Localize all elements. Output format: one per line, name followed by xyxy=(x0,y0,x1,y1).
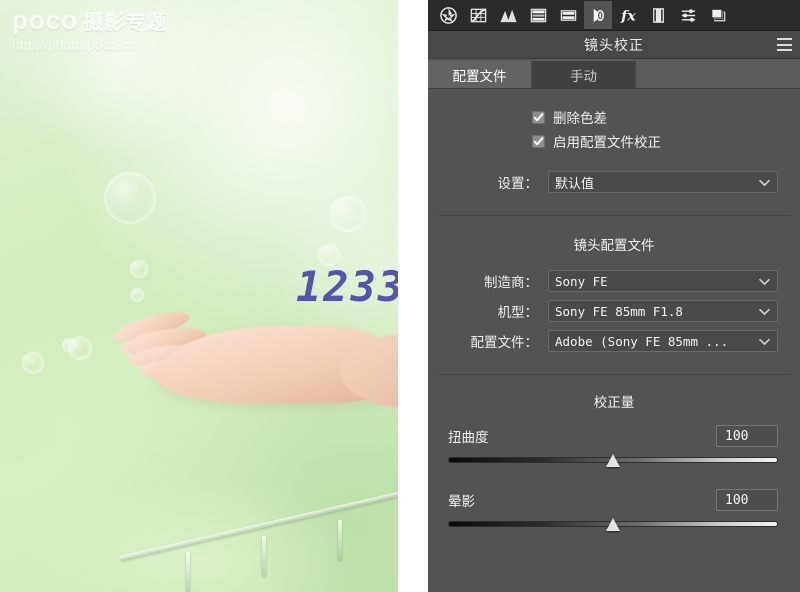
railing-post xyxy=(186,552,190,592)
vignetting-slider-handle[interactable] xyxy=(606,518,620,531)
make-value: Sony FE xyxy=(555,273,608,289)
setup-label: 设置： xyxy=(497,176,539,191)
setup-dropdown[interactable]: 默认值 xyxy=(548,171,778,193)
lens-profile-section-title: 镜头配置文件 xyxy=(573,238,655,253)
bubble xyxy=(22,352,44,374)
screenshot-root: poco摄影专题 http://photo.poco.cn/ 123353 xyxy=(0,0,800,592)
distortion-slider[interactable] xyxy=(448,453,778,469)
vignetting-value-input[interactable]: 100 xyxy=(716,489,778,511)
tab-manual-label: 手动 xyxy=(570,68,597,84)
vignetting-slider[interactable] xyxy=(448,517,778,533)
bubble xyxy=(62,338,76,352)
make-dropdown[interactable]: Sony FE xyxy=(548,270,778,292)
vignetting-slider-block: 晕影 100 xyxy=(428,487,800,533)
make-label: 制造商： xyxy=(484,275,538,290)
tab-manual[interactable]: 手动 xyxy=(532,61,636,88)
checkbox-row-remove-ca[interactable]: 删除色差 xyxy=(428,105,800,129)
photo-overlay-number: 123353 xyxy=(296,262,398,311)
chevron-down-icon xyxy=(759,175,770,190)
white-gutter xyxy=(398,0,428,592)
chevron-down-icon xyxy=(759,274,770,289)
profile-label: 配置文件： xyxy=(470,335,539,350)
profile-value: Adobe (Sony FE 85mm ... xyxy=(555,333,729,349)
presets-icon[interactable] xyxy=(674,1,702,29)
railing-post xyxy=(262,536,266,576)
bubble xyxy=(330,196,366,232)
railing-post xyxy=(338,520,342,560)
lens-correction-panel: fx 镜头校正 配置文件 手动 删除色差 启用配置文件校正 设置： 默认值 镜头… xyxy=(428,0,800,592)
distortion-label: 扭曲度 xyxy=(448,430,489,445)
chevron-down-icon xyxy=(759,304,770,319)
distortion-slider-handle[interactable] xyxy=(606,454,620,467)
tab-profile[interactable]: 配置文件 xyxy=(428,61,532,88)
camera-calibration-icon[interactable] xyxy=(644,1,672,29)
basic-adjustments-icon[interactable] xyxy=(434,1,462,29)
make-field-row: 制造商： Sony FE xyxy=(428,270,800,292)
effects-icon[interactable]: fx xyxy=(614,1,642,29)
lens-corrections-icon[interactable] xyxy=(584,1,612,29)
checkbox-checked-icon[interactable] xyxy=(532,110,545,124)
profile-field-row: 配置文件： Adobe (Sony FE 85mm ... xyxy=(428,330,800,352)
detail-icon[interactable] xyxy=(494,1,522,29)
distortion-value-input[interactable]: 100 xyxy=(716,425,778,447)
hamburger-menu-icon[interactable] xyxy=(777,38,792,51)
distortion-slider-block: 扭曲度 100 xyxy=(428,423,800,469)
photo-canvas[interactable]: poco摄影专题 http://photo.poco.cn/ 123353 xyxy=(0,0,398,592)
bubble xyxy=(104,172,156,224)
checkbox-label-enable-profile: 启用配置文件校正 xyxy=(553,135,661,150)
model-field-row: 机型： Sony FE 85mm F1.8 xyxy=(428,300,800,322)
panel-titlebar: 镜头校正 xyxy=(428,31,800,59)
model-value: Sony FE 85mm F1.8 xyxy=(555,303,683,319)
checkbox-row-enable-profile[interactable]: 启用配置文件校正 xyxy=(428,129,800,153)
model-dropdown[interactable]: Sony FE 85mm F1.8 xyxy=(548,300,778,322)
split-toning-icon[interactable] xyxy=(554,1,582,29)
svg-text:fx: fx xyxy=(620,8,636,24)
snapshots-icon[interactable] xyxy=(704,1,732,29)
hsl-grayscale-icon[interactable] xyxy=(524,1,552,29)
panel-tabs: 配置文件 手动 xyxy=(428,59,800,89)
tone-curve-icon[interactable] xyxy=(464,1,492,29)
tab-strip-filler xyxy=(636,61,800,88)
hand-subject xyxy=(108,300,398,420)
bubble xyxy=(130,260,148,278)
model-label: 机型： xyxy=(497,305,539,320)
vignetting-label: 晕影 xyxy=(448,494,475,509)
chevron-down-icon xyxy=(759,334,770,349)
tab-profile-label: 配置文件 xyxy=(452,68,507,84)
panel-body: 删除色差 启用配置文件校正 设置： 默认值 镜头配置文件 制造商： Sony F… xyxy=(428,89,800,592)
develop-module-toolbar: fx xyxy=(428,0,800,31)
panel-title: 镜头校正 xyxy=(584,36,644,53)
profile-dropdown[interactable]: Adobe (Sony FE 85mm ... xyxy=(548,330,778,352)
checkbox-label-remove-ca: 删除色差 xyxy=(553,111,607,126)
checkbox-checked-icon[interactable] xyxy=(532,134,545,148)
setup-field-row: 设置： 默认值 xyxy=(428,171,800,193)
setup-value: 默认值 xyxy=(555,175,595,191)
correction-amount-section-title: 校正量 xyxy=(593,395,635,410)
